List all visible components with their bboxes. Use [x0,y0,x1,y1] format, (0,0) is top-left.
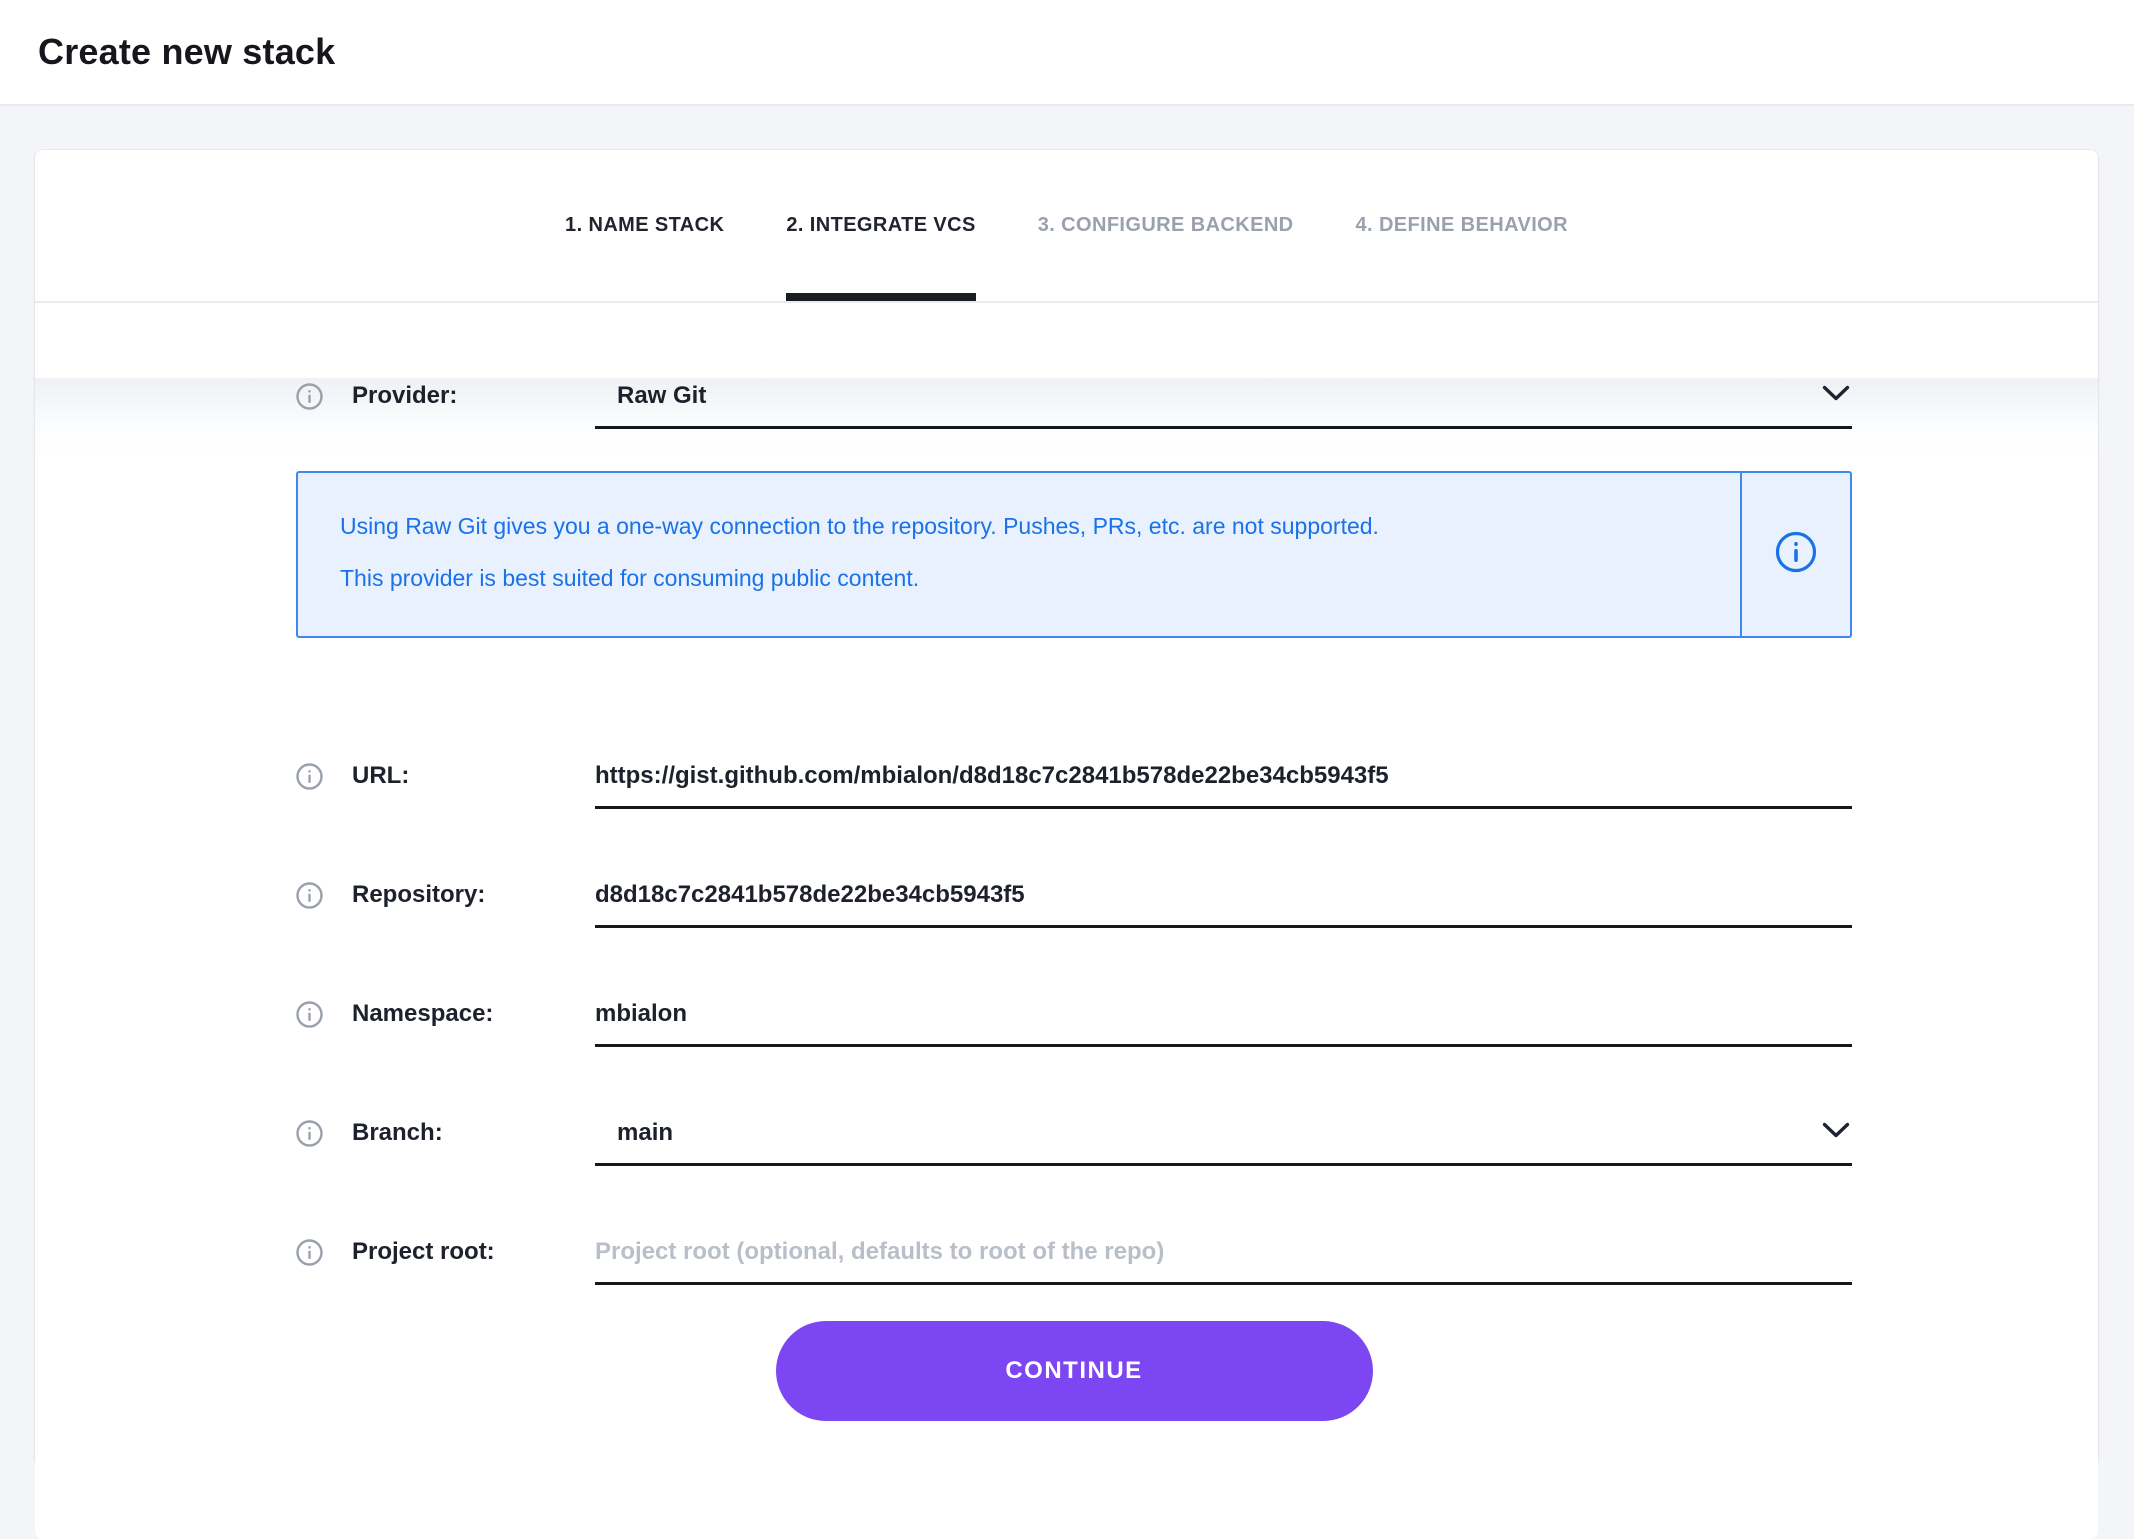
provider-info-icon[interactable] [296,378,352,415]
branch-row: Branch: main [296,1115,1852,1166]
provider-note-aside [1740,473,1850,636]
page-header: Create new stack [0,0,2134,106]
repository-row: Repository: [296,877,1852,928]
provider-row: Provider: Raw Git [296,378,1852,429]
branch-value: main [617,1115,673,1151]
provider-value: Raw Git [617,378,706,414]
project-root-input[interactable] [595,1234,1852,1270]
tab-integrate-vcs[interactable]: 2. INTEGRATE VCS [786,150,975,301]
branch-label: Branch: [352,1115,595,1151]
project-root-label: Project root: [352,1234,595,1270]
branch-info-icon[interactable] [296,1115,352,1152]
provider-note-text: Using Raw Git gives you a one-way connec… [298,473,1740,636]
provider-note-line2: This provider is best suited for consumi… [340,563,1710,593]
namespace-input[interactable] [595,996,1852,1032]
project-root-field [595,1234,1852,1285]
chevron-down-icon [1822,1122,1850,1144]
url-info-icon[interactable] [296,758,352,795]
repository-field [595,877,1852,928]
provider-note: Using Raw Git gives you a one-way connec… [296,471,1852,638]
vcs-form: Provider: Raw Git Using Raw Git gi [296,378,1852,1421]
submit-row: CONTINUE [296,1321,1852,1421]
branch-field: main [595,1115,1852,1166]
namespace-label: Namespace: [352,996,595,1032]
card-body: Provider: Raw Git Using Raw Git gi [35,378,2098,1539]
wizard-tab-strip: 1. NAME STACK 2. INTEGRATE VCS 3. CONFIG… [35,150,2098,303]
tab-name-stack[interactable]: 1. NAME STACK [565,150,724,301]
project-root-row: Project root: [296,1234,1852,1285]
branch-select[interactable]: main [595,1115,1852,1151]
repository-label: Repository: [352,877,595,913]
namespace-field [595,996,1852,1047]
chevron-down-icon [1822,385,1850,407]
project-root-info-icon[interactable] [296,1234,352,1271]
provider-note-line1: Using Raw Git gives you a one-way connec… [340,511,1710,541]
tab-define-behavior[interactable]: 4. DEFINE BEHAVIOR [1356,150,1568,301]
provider-label: Provider: [352,378,595,414]
tab-configure-backend[interactable]: 3. CONFIGURE BACKEND [1038,150,1294,301]
url-input[interactable] [595,758,1852,794]
url-row: URL: [296,758,1852,809]
url-label: URL: [352,758,595,794]
provider-field: Raw Git [595,378,1852,429]
url-field [595,758,1852,809]
continue-button[interactable]: CONTINUE [776,1321,1373,1421]
repository-input[interactable] [595,877,1852,913]
page-title: Create new stack [38,31,335,73]
provider-select[interactable]: Raw Git [595,378,1852,414]
namespace-info-icon[interactable] [296,996,352,1033]
create-stack-card: 1. NAME STACK 2. INTEGRATE VCS 3. CONFIG… [35,150,2098,1466]
info-circle-icon[interactable] [1775,531,1817,578]
namespace-row: Namespace: [296,996,1852,1047]
repository-info-icon[interactable] [296,877,352,914]
